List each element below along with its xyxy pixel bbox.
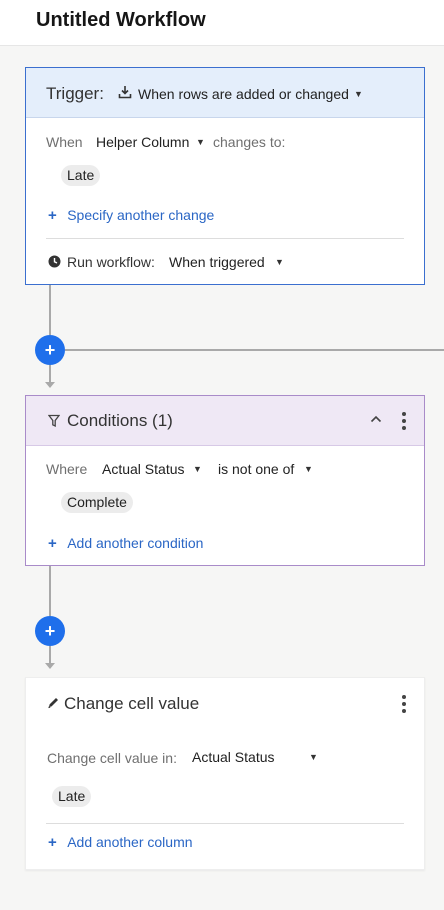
- action-column-dropdown[interactable]: Actual Status ▼: [192, 746, 320, 768]
- action-block: Change cell value Change cell value in: …: [25, 677, 425, 870]
- add-another-condition-link[interactable]: + Add another condition: [48, 535, 203, 553]
- trigger-header: Trigger: When rows are added or changed …: [26, 68, 424, 118]
- condition-operator-dropdown[interactable]: is not one of ▼: [218, 458, 316, 480]
- add-another-column-link[interactable]: + Add another column: [48, 834, 193, 852]
- branch-line: [65, 349, 444, 351]
- where-label: Where: [46, 461, 88, 477]
- connector-line: [49, 646, 51, 664]
- when-label: When: [46, 134, 83, 150]
- arrow-down-icon: [45, 382, 55, 388]
- run-workflow-label: Run workflow:: [67, 254, 155, 270]
- specify-another-change-label: Specify another change: [67, 207, 215, 223]
- caret-down-icon: ▼: [275, 257, 284, 267]
- divider: [46, 823, 404, 824]
- conditions-header: Conditions (1): [26, 396, 424, 446]
- caret-down-icon: ▼: [193, 464, 202, 474]
- connector-line: [49, 566, 51, 616]
- add-block-button[interactable]: +: [35, 335, 65, 365]
- conditions-block: Conditions (1) Where Actual Status ▼ is …: [25, 395, 425, 566]
- trigger-value-chip[interactable]: Late: [61, 165, 101, 186]
- add-another-column-label: Add another column: [67, 834, 193, 850]
- plus-icon: +: [48, 535, 57, 552]
- trigger-column-dropdown[interactable]: Helper Column ▼: [96, 131, 208, 153]
- header-bar: Untitled Workflow: [0, 0, 444, 46]
- run-workflow-dropdown[interactable]: When triggered ▼: [169, 251, 291, 273]
- trigger-type-dropdown[interactable]: When rows are added or changed ▼: [118, 81, 368, 105]
- more-options-icon[interactable]: [398, 411, 410, 431]
- caret-down-icon: ▼: [354, 89, 363, 99]
- pencil-icon: [47, 696, 60, 709]
- run-workflow-value: When triggered: [169, 254, 265, 270]
- trigger-block: Trigger: When rows are added or changed …: [25, 67, 425, 285]
- condition-column-label: Actual Status: [102, 461, 185, 477]
- action-column-label: Actual Status: [192, 749, 275, 765]
- trigger-column-label: Helper Column: [96, 134, 190, 150]
- workflow-title[interactable]: Untitled Workflow: [36, 9, 206, 32]
- plus-icon: +: [48, 834, 57, 851]
- clock-icon: [48, 255, 61, 268]
- caret-down-icon: ▼: [196, 137, 205, 147]
- condition-column-dropdown[interactable]: Actual Status ▼: [102, 458, 202, 480]
- connector-line: [49, 365, 51, 383]
- changes-to-label: changes to:: [213, 134, 286, 150]
- filter-icon: [47, 414, 61, 428]
- collapse-chevron-icon[interactable]: [368, 411, 384, 427]
- action-title: Change cell value: [64, 694, 200, 713]
- condition-value-chip[interactable]: Complete: [61, 492, 133, 513]
- add-block-button[interactable]: +: [35, 616, 65, 646]
- arrow-down-icon: [45, 663, 55, 669]
- caret-down-icon: ▼: [304, 464, 313, 474]
- plus-icon: +: [48, 207, 57, 224]
- condition-operator-label: is not one of: [218, 461, 295, 477]
- add-another-condition-label: Add another condition: [67, 535, 204, 551]
- more-options-icon[interactable]: [398, 694, 410, 714]
- change-cell-value-in-label: Change cell value in:: [47, 750, 177, 766]
- specify-another-change-link[interactable]: + Specify another change: [48, 207, 214, 225]
- connector-line: [49, 285, 51, 335]
- trigger-type-label: When rows are added or changed: [138, 86, 349, 102]
- trigger-label: Trigger:: [46, 84, 104, 103]
- divider: [46, 238, 404, 239]
- conditions-title: Conditions (1): [67, 411, 173, 430]
- caret-down-icon: ▼: [309, 752, 318, 762]
- action-value-chip[interactable]: Late: [52, 786, 92, 807]
